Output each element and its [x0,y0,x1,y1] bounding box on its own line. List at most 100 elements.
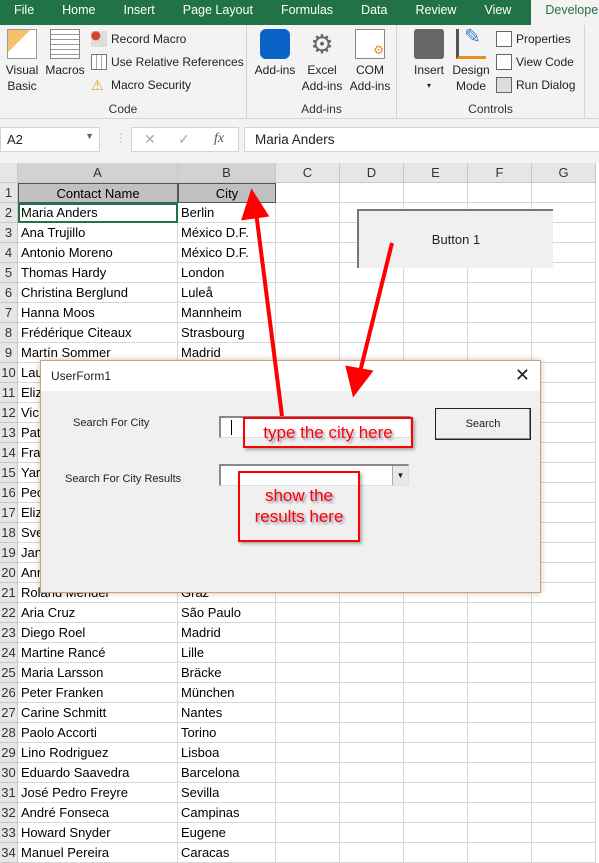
properties-button[interactable]: Properties [496,31,571,47]
empty-cell[interactable] [340,683,404,703]
empty-cell[interactable] [404,623,468,643]
table-cell[interactable]: José Pedro Freyre [18,783,178,803]
record-macro-button[interactable]: Record Macro [91,31,186,47]
row-header[interactable]: 31 [0,783,18,803]
empty-cell[interactable] [532,303,596,323]
name-box[interactable]: A2 ▼ [0,127,100,152]
table-cell[interactable]: Lino Rodriguez [18,743,178,763]
row-header[interactable]: 17 [0,503,18,523]
table-cell[interactable]: Torino [178,723,276,743]
empty-cell[interactable] [340,703,404,723]
empty-cell[interactable] [532,683,596,703]
search-button[interactable]: Search [435,408,531,440]
empty-cell[interactable] [404,603,468,623]
empty-cell[interactable] [468,183,532,203]
row-header[interactable]: 9 [0,343,18,363]
row-header[interactable]: 27 [0,703,18,723]
empty-cell[interactable] [276,783,340,803]
tab-home[interactable]: Home [48,0,109,25]
empty-cell[interactable] [276,723,340,743]
empty-cell[interactable] [532,183,596,203]
table-cell[interactable]: Nantes [178,703,276,723]
empty-cell[interactable] [468,643,532,663]
row-header[interactable]: 2 [0,203,18,223]
empty-cell[interactable] [340,603,404,623]
table-cell[interactable]: Eduardo Saavedra [18,763,178,783]
table-cell[interactable]: Campinas [178,803,276,823]
table-cell[interactable]: Martine Rancé [18,643,178,663]
empty-cell[interactable] [276,823,340,843]
table-cell[interactable]: México D.F. [178,223,276,243]
empty-cell[interactable] [276,223,340,243]
tab-data[interactable]: Data [347,0,401,25]
empty-cell[interactable] [468,803,532,823]
empty-cell[interactable] [404,643,468,663]
column-header-B[interactable]: B [178,163,276,183]
table-cell[interactable]: Hanna Moos [18,303,178,323]
tab-page-layout[interactable]: Page Layout [169,0,267,25]
empty-cell[interactable] [532,823,596,843]
header-cell[interactable]: Contact Name [18,183,178,203]
cancel-icon[interactable]: ✕ [144,131,156,148]
empty-cell[interactable] [532,283,596,303]
empty-cell[interactable] [468,303,532,323]
visual-basic-button[interactable]: Visual Basic [4,29,40,94]
empty-cell[interactable] [468,663,532,683]
empty-cell[interactable] [276,663,340,683]
row-header[interactable]: 20 [0,563,18,583]
table-cell[interactable]: Strasbourg [178,323,276,343]
empty-cell[interactable] [532,783,596,803]
empty-cell[interactable] [276,843,340,863]
table-cell[interactable]: Antonio Moreno [18,243,178,263]
row-header[interactable]: 34 [0,843,18,863]
table-cell[interactable]: São Paulo [178,603,276,623]
table-cell[interactable]: Peter Franken [18,683,178,703]
empty-cell[interactable] [468,723,532,743]
row-header[interactable]: 16 [0,483,18,503]
row-header[interactable]: 14 [0,443,18,463]
table-cell[interactable]: Madrid [178,623,276,643]
table-cell[interactable]: Aria Cruz [18,603,178,623]
empty-cell[interactable] [468,283,532,303]
row-header[interactable]: 29 [0,743,18,763]
tab-insert[interactable]: Insert [110,0,169,25]
empty-cell[interactable] [532,623,596,643]
empty-cell[interactable] [532,743,596,763]
empty-cell[interactable] [276,243,340,263]
empty-cell[interactable] [340,803,404,823]
row-header[interactable]: 1 [0,183,18,203]
empty-cell[interactable] [532,703,596,723]
close-icon[interactable]: ✕ [515,365,530,386]
table-cell[interactable]: Carine Schmitt [18,703,178,723]
empty-cell[interactable] [404,703,468,723]
empty-cell[interactable] [532,763,596,783]
empty-cell[interactable] [468,783,532,803]
empty-cell[interactable] [276,683,340,703]
empty-cell[interactable] [404,803,468,823]
table-cell[interactable]: Maria Larsson [18,663,178,683]
empty-cell[interactable] [340,843,404,863]
tab-file[interactable]: File [0,0,48,25]
empty-cell[interactable] [532,563,596,583]
empty-cell[interactable] [532,483,596,503]
empty-cell[interactable] [468,703,532,723]
empty-cell[interactable] [276,763,340,783]
table-cell[interactable]: André Fonseca [18,803,178,823]
empty-cell[interactable] [532,803,596,823]
row-header[interactable]: 7 [0,303,18,323]
column-header-A[interactable]: A [18,163,178,183]
column-header-G[interactable]: G [532,163,596,183]
empty-cell[interactable] [276,703,340,723]
tab-developer[interactable]: Developer [531,0,599,25]
table-cell[interactable]: Barcelona [178,763,276,783]
empty-cell[interactable] [404,663,468,683]
column-header-E[interactable]: E [404,163,468,183]
empty-cell[interactable] [532,343,596,363]
empty-cell[interactable] [404,783,468,803]
row-header[interactable]: 28 [0,723,18,743]
tab-formulas[interactable]: Formulas [267,0,347,25]
row-header[interactable]: 26 [0,683,18,703]
view-code-button[interactable]: View Code [496,54,574,70]
design-mode-button[interactable]: ✎ Design Mode [449,27,493,94]
table-cell[interactable]: Eugene [178,823,276,843]
